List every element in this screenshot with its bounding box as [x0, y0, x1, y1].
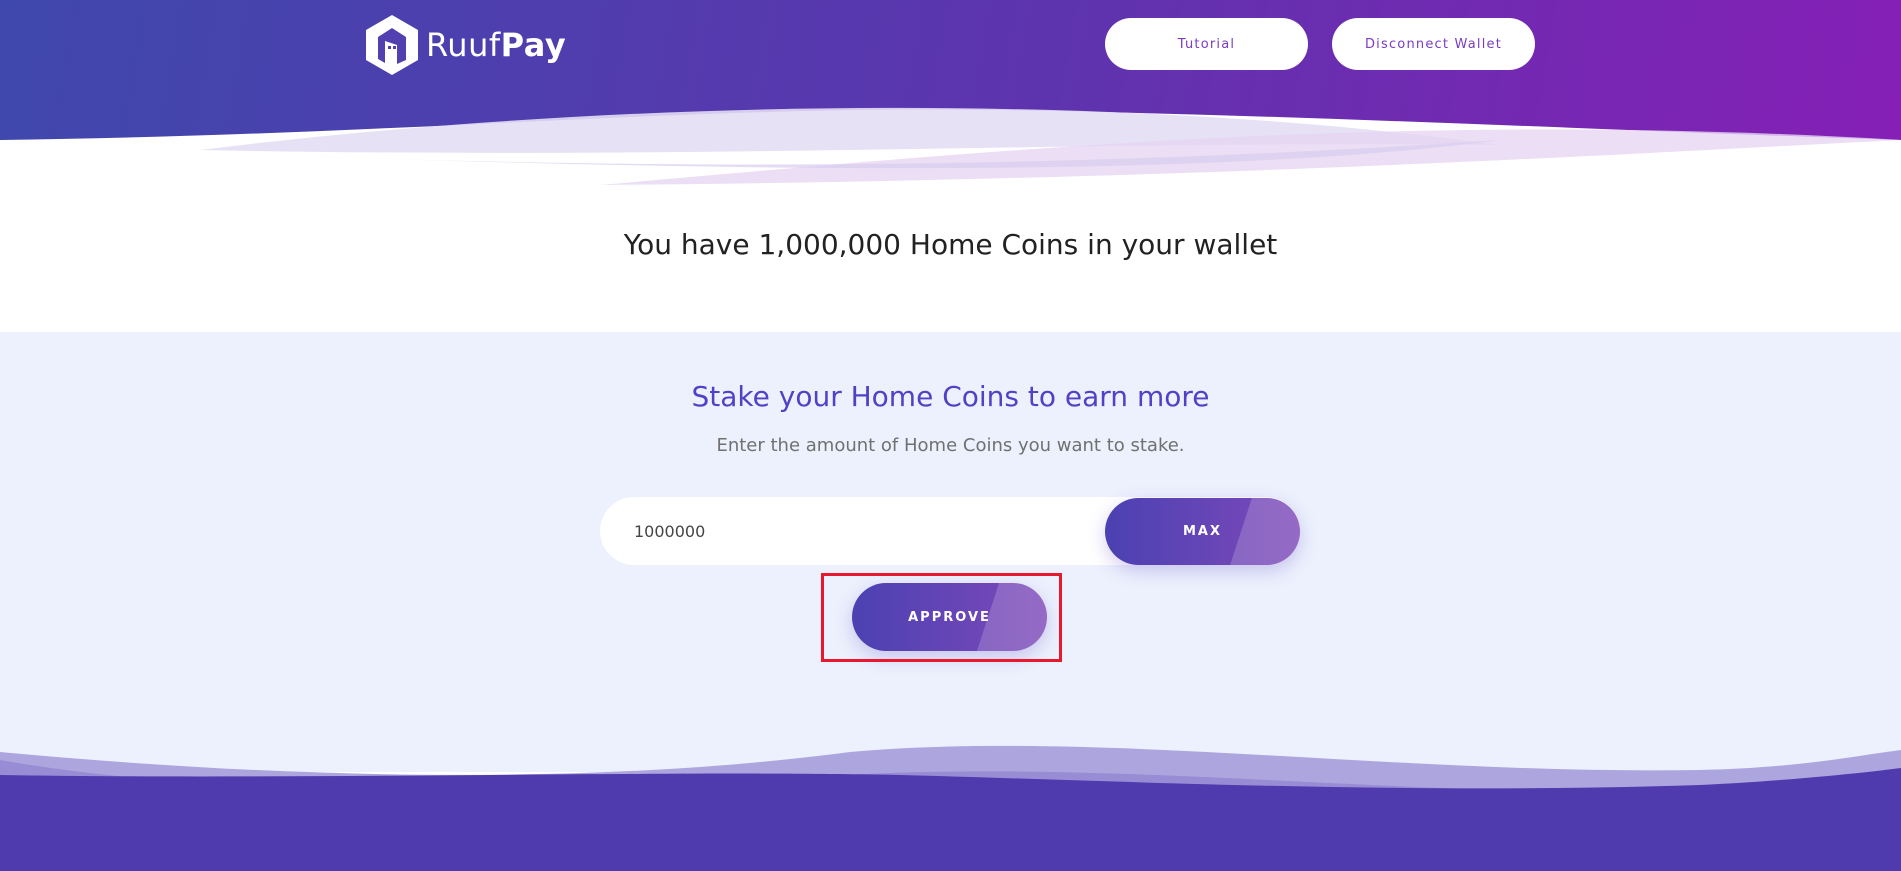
- logo-text-bold: Pay: [500, 26, 567, 64]
- stake-title: Stake your Home Coins to earn more: [691, 380, 1210, 413]
- wallet-balance-text: You have 1,000,000 Home Coins in your wa…: [623, 228, 1278, 261]
- logo-text-light: Ruuf: [426, 26, 501, 64]
- stake-amount-input[interactable]: [634, 497, 1094, 565]
- stake-subtitle: Enter the amount of Home Coins you want …: [716, 435, 1185, 456]
- max-button-label: MAX: [1182, 524, 1223, 539]
- button-shine: [1230, 498, 1300, 565]
- ruufpay-logo[interactable]: RuufPay: [364, 12, 566, 78]
- disconnect-wallet-button[interactable]: Disconnect Wallet: [1332, 18, 1535, 70]
- footer-wave-decoration: [0, 745, 1901, 871]
- approve-button-label: APPROVE: [908, 609, 991, 625]
- house-hexagon-icon: [366, 15, 418, 75]
- header: RuufPay Tutorial Disconnect Wallet: [0, 0, 1901, 210]
- tutorial-button[interactable]: Tutorial: [1105, 18, 1308, 70]
- max-button[interactable]: MAX: [1105, 498, 1300, 565]
- logo-text: RuufPay: [426, 26, 566, 64]
- header-wave-decoration: [0, 107, 1901, 210]
